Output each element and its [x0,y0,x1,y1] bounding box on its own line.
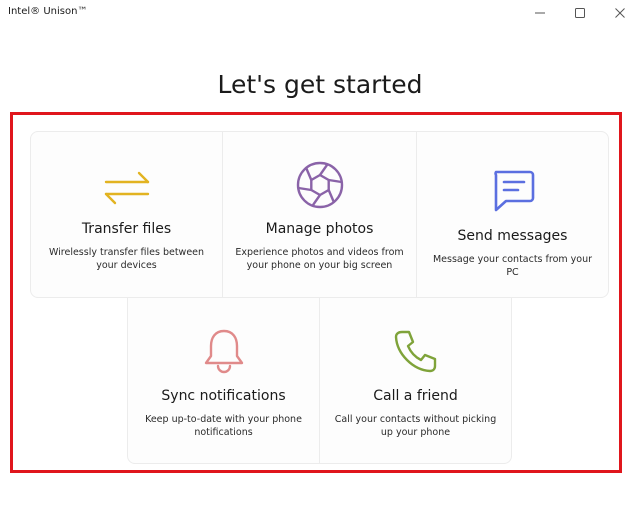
page-title: Let's get started [217,70,423,99]
card-title: Call a friend [373,388,458,404]
card-description: Call your contacts without picking up yo… [334,414,497,438]
card-description: Keep up-to-date with your phone notifica… [145,414,302,438]
title-bar[interactable]: Intel® Unison™ [0,0,640,30]
card-manage-photos[interactable]: Manage photos Experience photos and vide… [223,131,417,298]
camera-aperture-icon [296,161,343,209]
card-description: Experience photos and videos from your p… [235,247,404,271]
transfer-arrows-icon [104,171,149,205]
card-sync-notifications[interactable]: Sync notifications Keep up-to-date with … [127,297,320,464]
chat-bubble-icon [493,170,534,212]
close-button[interactable] [600,0,640,26]
card-title: Manage photos [265,221,374,237]
card-title: Send messages [457,228,568,244]
bell-icon [204,329,243,374]
minimize-button[interactable] [520,0,560,26]
phone-icon [394,330,436,373]
card-description: Message your contacts from your PC [432,254,593,278]
card-send-messages[interactable]: Send messages Message your contacts from… [416,131,609,298]
card-call-a-friend[interactable]: Call a friend Call your contacts without… [319,297,512,464]
app-title: Intel® Unison™ [8,6,88,17]
maximize-button[interactable] [560,0,600,26]
close-icon [615,8,625,18]
card-transfer-files[interactable]: Transfer files Wirelessly transfer files… [30,131,223,298]
card-title: Sync notifications [161,388,286,404]
app-window: Intel® Unison™ Let's get started Transfe… [0,0,640,505]
card-description: Wirelessly transfer files between your d… [48,247,205,271]
window-controls [520,0,640,28]
card-title: Transfer files [81,221,172,237]
maximize-icon [575,8,585,18]
minimize-icon [535,12,545,14]
